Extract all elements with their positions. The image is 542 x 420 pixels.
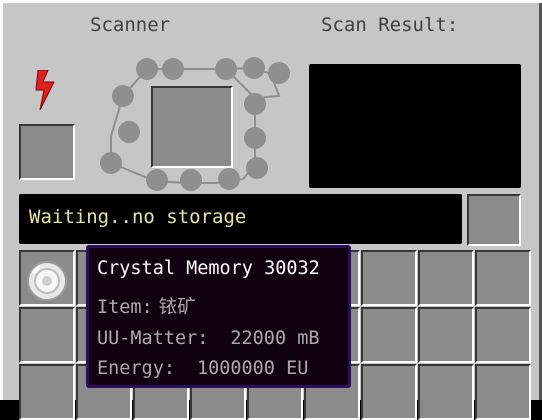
inventory-slot[interactable]: [361, 250, 417, 306]
energy-icon: [35, 70, 55, 110]
inventory-slot[interactable]: [19, 307, 75, 363]
status-bar: Waiting..no storage: [19, 194, 462, 244]
tooltip-energy-value: 1000000 EU: [196, 358, 309, 379]
energy-slot[interactable]: [19, 124, 75, 180]
inventory-slot[interactable]: [361, 307, 417, 363]
inventory-slot[interactable]: [19, 364, 75, 420]
scan-result-panel: [309, 64, 521, 188]
inventory-slot[interactable]: [418, 307, 474, 363]
tooltip-uu-value: 22000 mB: [230, 328, 320, 349]
inventory-slot[interactable]: [475, 250, 531, 306]
inventory-slot[interactable]: [475, 307, 531, 363]
scan-result-title: Scan Result:: [321, 14, 459, 36]
inventory-slot[interactable]: [361, 364, 417, 420]
tooltip-item-value: 铱矿: [158, 297, 196, 318]
tooltip-uu-label: UU-Matter:: [97, 328, 209, 349]
scanner-gui-window: Scanner Scan Result: Waiting..no storage…: [0, 0, 542, 420]
tooltip-uu-row: UU-Matter: 22000 mB: [97, 328, 320, 349]
tooltip-item-label: Item:: [97, 297, 153, 318]
tooltip-item-row: Item: 铱矿: [97, 293, 196, 319]
storage-output-slot[interactable]: [467, 194, 521, 246]
scanner-title: Scanner: [90, 14, 171, 36]
inventory-slot[interactable]: [418, 364, 474, 420]
inventory-slot[interactable]: [475, 364, 531, 420]
crystal-input-slot[interactable]: [151, 86, 233, 168]
item-tooltip: Crystal Memory 30032 Item: 铱矿 UU-Matter: 2…: [86, 245, 351, 388]
tooltip-item-name: Crystal Memory 30032: [97, 258, 320, 279]
tooltip-energy-label: Energy:: [97, 358, 175, 379]
tooltip-energy-row: Energy: 1000000 EU: [97, 358, 308, 379]
status-text: Waiting..no storage: [29, 206, 247, 228]
crystal-memory-icon[interactable]: [25, 259, 69, 303]
inventory-slot[interactable]: [418, 250, 474, 306]
